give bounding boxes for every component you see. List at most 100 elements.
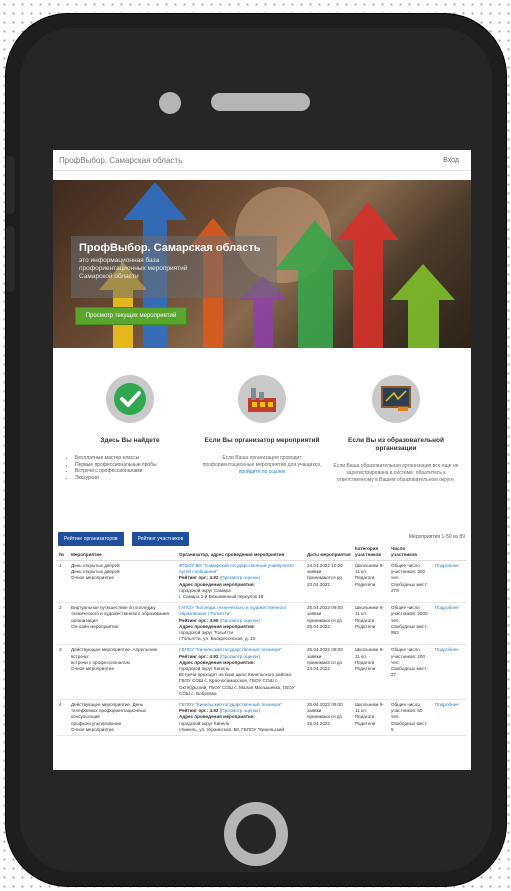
rating-value: 4.92 — [209, 708, 219, 714]
participants-line: Свободных мест: — [391, 581, 428, 587]
table-row: 2 Виртуальное путешествие по колледжу те… — [57, 602, 467, 646]
ratings-link[interactable]: (Просмотр оценок) — [220, 708, 260, 713]
organizer-cell: ГАПОУ "Колледж технического и художестве… — [177, 602, 305, 646]
table-row: 4 Действующее мероприятие. День телефонн… — [57, 699, 467, 737]
participants-line: 5 — [391, 726, 394, 732]
ratings-link[interactable]: (Просмотр оценок) — [220, 618, 260, 623]
top-navbar: ПрофВыбор. Самарская область Вход — [53, 150, 471, 171]
event-cell: Виртуальное путешествие по колледжу техн… — [69, 602, 177, 646]
organizer-cell: ФГБОУ ВО "Самарский государственный унив… — [177, 560, 305, 604]
event-cell: День открытых дверей День открытых двере… — [69, 560, 177, 604]
hero-subtitle-line: Самарской области — [79, 273, 139, 280]
category-cell: Школьники 9- 11 кл. Педагоги Родители — [353, 644, 389, 701]
view-events-button[interactable]: Просмотр текущих мероприятий — [75, 307, 187, 325]
address-detail: г. Самара 1-й Безымянный переулок 18. — [179, 594, 265, 600]
address-detail: г.Тольятти, ул. Воскресенская, д. 10 — [179, 636, 256, 642]
feature-title: Если Вы организатор мероприятий — [204, 437, 320, 444]
date-line: 25.04.2022 — [307, 623, 330, 629]
organizer-link[interactable]: ГАПОУ "Колледж технического и художестве… — [179, 605, 303, 617]
category-cell: Школьники 9- 11 кл. Педагоги Родители — [353, 602, 389, 646]
hero-subtitle: это информационная база профориентационн… — [79, 257, 269, 281]
participants-cell: Общее число участников: 200 чел. Свободн… — [389, 644, 433, 701]
side-power-button — [6, 226, 15, 292]
category-line: Родители — [355, 581, 376, 587]
column-header: Даты мероприятия — [305, 544, 353, 561]
category-line: Школьники 9- — [355, 647, 384, 653]
hero-subtitle-line: профориентационных мероприятий — [79, 265, 188, 272]
participants-line: 27 — [391, 672, 397, 678]
column-header: Категория участников — [353, 544, 389, 561]
column-header: Организатор, адрес проведения мероприяти… — [177, 544, 305, 561]
side-volume-button — [6, 156, 15, 214]
details-link[interactable]: Подробнее — [435, 702, 459, 707]
participants-line: Свободных мест: — [391, 720, 428, 726]
event-cell: Действующее мероприятие. День телефонных… — [69, 699, 177, 737]
details-link[interactable]: Подробнее — [435, 605, 459, 610]
organizer-link[interactable]: ФГБОУ ВО "Самарский государственный унив… — [179, 563, 303, 575]
category-cell: Школьники 9- 11 кл. Педагоги Родители — [353, 699, 389, 737]
feature-list-item: Экскурсии — [75, 475, 195, 482]
row-number: 1 — [57, 560, 69, 604]
participants-cell: Общее число участников: 50 чел. Свободны… — [389, 699, 433, 737]
hero-subtitle-line: это информационная база — [79, 257, 160, 264]
details-link[interactable]: Подробнее — [435, 647, 459, 652]
feature-list: Бесплатные мастер-классы Первые професси… — [75, 455, 195, 481]
rating-label: Рейтинг орг.: — [179, 708, 209, 714]
dates-cell: 25.04.2022 09:00 заявки принимаются до 2… — [305, 644, 353, 701]
event-line: технического и художественного образован… — [71, 611, 170, 617]
dates-cell: 25.04.2022 09:00 заявки принимаются до 2… — [305, 602, 353, 646]
rating-label: Рейтинг орг.: — [179, 575, 209, 581]
rating-value: 4.95 — [209, 617, 219, 623]
dates-cell: 24.04.2022 10:00 заявки принимаются до 2… — [305, 560, 353, 604]
rating-label: Рейтинг орг.: — [179, 653, 209, 659]
pagination-summary: Мероприятия 1-50 из 89 — [408, 534, 465, 540]
feature-organizer: Если Вы организатор мероприятий Если Ваш… — [197, 375, 327, 476]
address-detail: г.Кинель, ул. Украинская, 58, ГБПОУ "Кин… — [179, 726, 285, 732]
address-detail: Встречи проходят на базе школ Кинельског… — [179, 672, 295, 696]
participants-line: 983 — [391, 630, 399, 636]
dates-cell: 25.04.2022 09:00 заявки принимаются до 2… — [305, 699, 353, 737]
phone-screen: ПрофВыбор. Самарская область Вход ПрофВы… — [53, 150, 471, 770]
column-header: № — [57, 544, 69, 561]
table-header-row: № Мероприятие Организатор, адрес проведе… — [57, 544, 467, 561]
ratings-link[interactable]: (Просмотр оценок) — [220, 654, 260, 659]
date-line: 23.04.2022 — [307, 581, 330, 587]
participants-cell: Общее число участников: 2000 чел. Свобод… — [389, 602, 433, 646]
home-button[interactable] — [224, 802, 288, 866]
organizer-cell: ГБПОУ "Кинельский государственный техник… — [177, 644, 305, 701]
feature-title: Здесь Вы найдете — [100, 437, 160, 444]
speaker-grille — [211, 93, 310, 111]
organizer-cell: ГБПОУ "Кинельский государственный техник… — [177, 699, 305, 737]
hero-title: ПрофВыбор. Самарская область — [79, 242, 261, 254]
checkmark-icon — [106, 375, 154, 423]
blackboard-icon — [372, 375, 420, 423]
login-link[interactable]: Вход — [443, 157, 459, 164]
hero-banner: ПрофВыбор. Самарская область это информа… — [53, 180, 471, 348]
column-header: Число участников — [389, 544, 433, 561]
date-line: 25.04.2022 — [307, 720, 330, 726]
feature-text: Если Ваша организация проводит профориен… — [197, 455, 327, 476]
organizer-register-link[interactable]: пройдите по ссылке — [239, 469, 286, 475]
event-line: Очное мероприятие — [71, 666, 115, 672]
site-brand-link[interactable]: ПрофВыбор. Самарская область — [59, 156, 182, 165]
table-row: 3 Действующее мероприятие. Апрельские вс… — [57, 644, 467, 701]
category-line: Родители — [355, 666, 376, 672]
events-table: № Мероприятие Организатор, адрес проведе… — [57, 544, 467, 737]
event-line: Очное мероприятие — [71, 726, 115, 732]
rating-label: Рейтинг орг.: — [179, 617, 209, 623]
camera-icon — [159, 92, 181, 114]
feature-text: Если Ваша образовательная организация вс… — [333, 463, 459, 483]
factory-icon — [238, 375, 286, 423]
date-line: 24.04.2022 — [307, 666, 330, 672]
table-row: 1 День открытых дверей День открытых две… — [57, 560, 467, 604]
details-link[interactable]: Подробнее — [435, 563, 459, 568]
row-number: 4 — [57, 699, 69, 737]
ratings-link[interactable]: (Просмотр оценок) — [220, 575, 260, 580]
feature-title: Если Вы из образовательной организации — [348, 437, 444, 452]
column-header — [433, 544, 467, 561]
feature-find: Здесь Вы найдете Бесплатные мастер-класс… — [65, 375, 195, 481]
event-line: Он-лайн мероприятие — [71, 623, 119, 629]
feature-text-body: Если Ваша организация проводит профориен… — [202, 455, 322, 468]
participants-line: 279 — [391, 587, 399, 593]
event-cell: Действующее мероприятие. Апрельские встр… — [69, 644, 177, 701]
